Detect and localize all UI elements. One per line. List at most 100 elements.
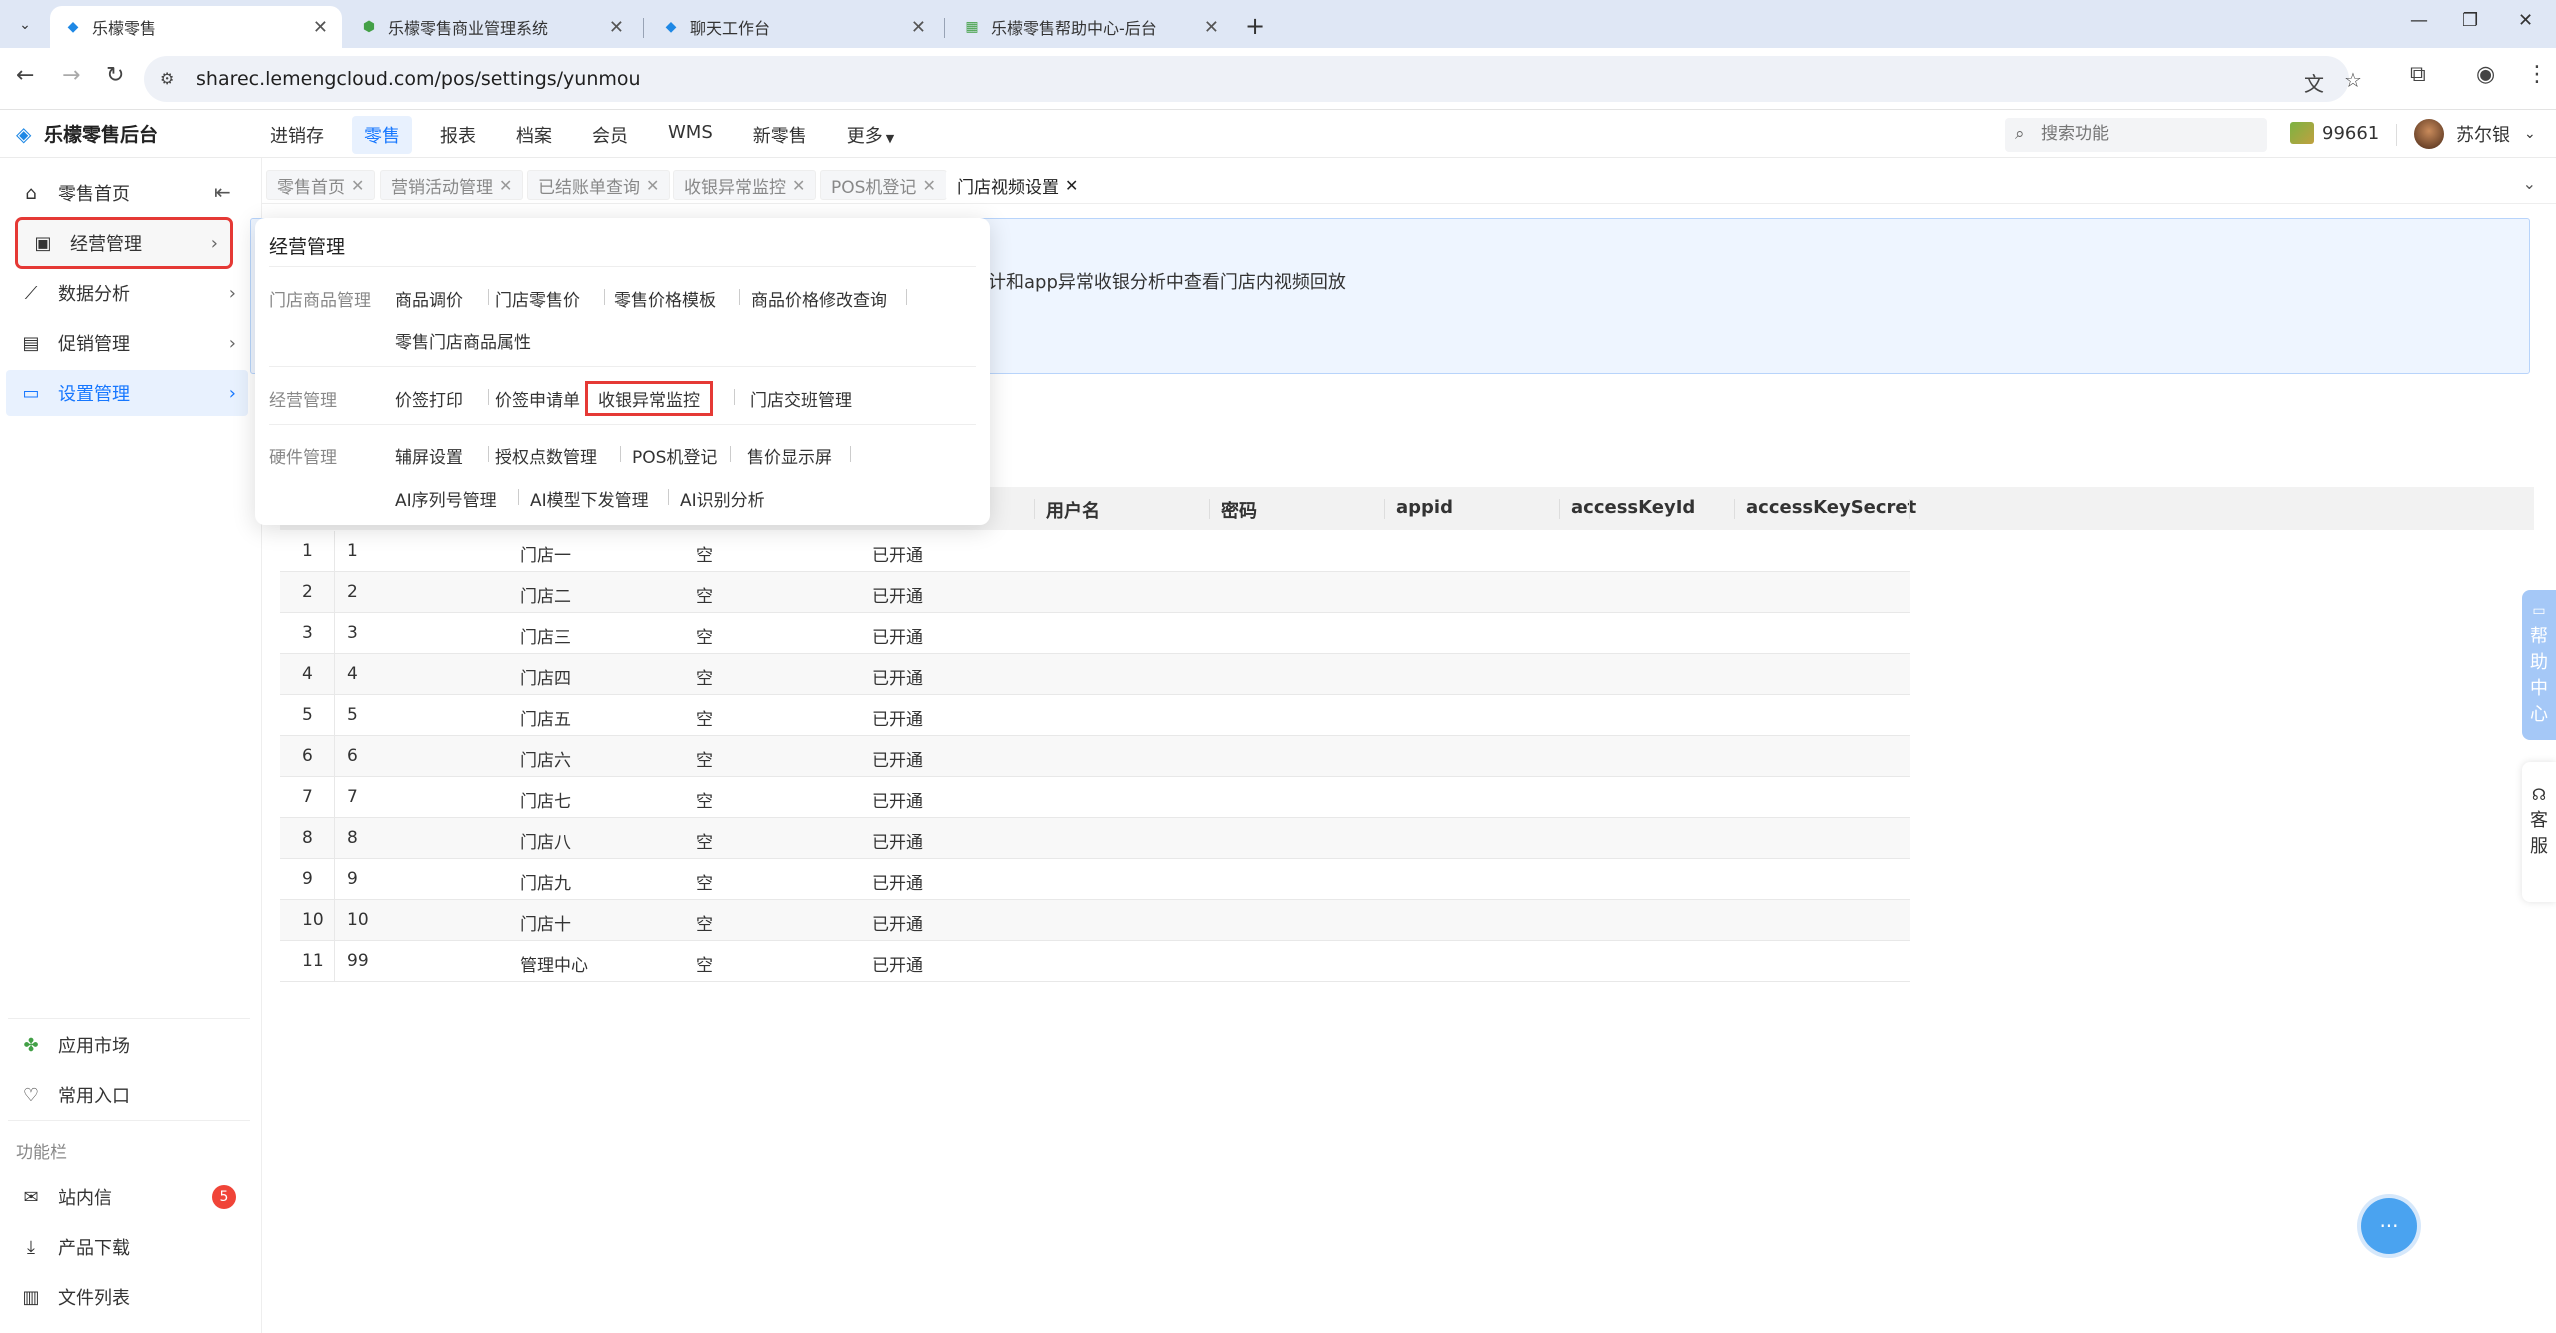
table-cell-no: 7 xyxy=(302,787,313,807)
tab-search-chevron-icon[interactable]: ⌄ xyxy=(10,12,40,38)
url-text[interactable]: sharec.lemengcloud.com/pos/settings/yunm… xyxy=(196,68,641,90)
table-row[interactable]: 1 1 门店一 空 已开通 xyxy=(280,531,1910,572)
header-divider xyxy=(1909,499,1910,519)
menu-link[interactable]: 价签申请单 xyxy=(495,386,580,411)
menu-link[interactable]: 授权点数管理 xyxy=(495,443,597,468)
help-center-tab[interactable]: ▭ 帮助中心 xyxy=(2522,590,2556,740)
customer-service-tab[interactable]: ☊ 客服 xyxy=(2522,762,2556,902)
browser-tab-title: 聊天工作台 xyxy=(690,19,771,38)
collapse-sidebar-icon[interactable]: ⇤ xyxy=(214,180,231,204)
sidebar-item-app-market[interactable]: ✤ 应用市场 xyxy=(6,1022,248,1068)
app-logo[interactable]: ◈ 乐檬零售后台 xyxy=(16,120,158,147)
page-tab[interactable]: 零售首页 ✕ xyxy=(266,170,376,200)
restore-icon[interactable]: ❐ xyxy=(2462,10,2478,31)
topnav-item[interactable]: WMS xyxy=(656,116,725,154)
header-divider xyxy=(1209,499,1210,519)
profile-icon[interactable]: ◉ xyxy=(2476,62,2495,87)
sidebar-item-settings[interactable]: ▭ 设置管理 › xyxy=(6,370,248,416)
page-tab[interactable]: 收银异常监控 ✕ xyxy=(673,170,817,200)
menu-link[interactable]: 商品调价 xyxy=(395,286,463,311)
minimize-icon[interactable]: — xyxy=(2410,10,2428,31)
window-close-icon[interactable]: ✕ xyxy=(2518,10,2533,31)
sidebar-item-favorites[interactable]: ♡ 常用入口 xyxy=(6,1072,248,1118)
reload-icon[interactable]: ↻ xyxy=(106,63,124,88)
browser-tab-title: 乐檬零售帮助中心-后台 xyxy=(991,19,1157,38)
menu-link[interactable]: 门店零售价 xyxy=(495,286,580,311)
omnibox[interactable]: ⚙ sharec.lemengcloud.com/pos/settings/yu… xyxy=(144,56,2362,102)
new-tab-plus-icon[interactable]: + xyxy=(1245,12,1265,40)
table-row[interactable]: 10 10 门店十 空 已开通 xyxy=(280,900,1910,941)
menu-link[interactable]: 价签打印 xyxy=(395,386,463,411)
translate-icon[interactable]: 文 xyxy=(2304,68,2324,97)
menu-link[interactable]: 门店交班管理 xyxy=(750,386,852,411)
user-menu[interactable]: 苏尔银 ⌄ xyxy=(2414,119,2536,149)
close-icon[interactable]: ✕ xyxy=(911,17,926,38)
menu-link[interactable]: AI序列号管理 xyxy=(395,486,497,511)
menu-link[interactable]: 零售价格模板 xyxy=(614,286,716,311)
sidebar-item-data-analysis[interactable]: ⟋ 数据分析 › xyxy=(6,270,248,316)
table-row[interactable]: 7 7 门店七 空 已开通 xyxy=(280,777,1910,818)
menu-link[interactable]: 售价显示屏 xyxy=(747,443,832,468)
back-arrow-icon[interactable]: ← xyxy=(16,63,34,88)
close-icon[interactable]: ✕ xyxy=(499,176,512,195)
topnav-item[interactable]: 进销存 xyxy=(258,116,336,154)
table-row[interactable]: 5 5 门店五 空 已开通 xyxy=(280,695,1910,736)
sidebar-item-file-list[interactable]: ▥ 文件列表 xyxy=(6,1274,248,1320)
close-icon[interactable]: ✕ xyxy=(609,17,624,38)
close-icon[interactable]: ✕ xyxy=(351,176,364,195)
sidebar-item-messages[interactable]: ✉ 站内信 5 xyxy=(6,1174,248,1220)
close-icon[interactable]: ✕ xyxy=(1065,176,1078,195)
table-cell-no: 6 xyxy=(302,746,313,766)
page-tab[interactable]: 营销活动管理 ✕ xyxy=(380,170,524,200)
menu-link[interactable]: AI模型下发管理 xyxy=(530,486,649,511)
table-row[interactable]: 11 99 管理中心 空 已开通 xyxy=(280,941,1910,982)
browser-tab-2[interactable]: ⬢ 乐檬零售商业管理系统 ✕ xyxy=(346,6,638,48)
function-search[interactable]: ⌕ xyxy=(2005,118,2267,152)
browser-menu-icon[interactable]: ⋮ xyxy=(2526,62,2548,87)
table-row[interactable]: 8 8 门店八 空 已开通 xyxy=(280,818,1910,859)
close-icon[interactable]: ✕ xyxy=(646,176,659,195)
topnav-item[interactable]: 会员 xyxy=(580,116,640,154)
close-icon[interactable]: ✕ xyxy=(922,176,935,195)
browser-tab-3[interactable]: ◆ 聊天工作台 ✕ xyxy=(648,6,940,48)
bookmark-star-icon[interactable]: ☆ xyxy=(2344,68,2362,92)
page-tab[interactable]: POS机登记 ✕ xyxy=(820,170,947,200)
points-display[interactable]: 99661 xyxy=(2290,122,2379,144)
close-icon[interactable]: ✕ xyxy=(313,17,328,38)
sidebar-item-downloads[interactable]: ⤓ 产品下载 xyxy=(6,1224,248,1270)
topnav-more[interactable]: 更多 ▼ xyxy=(835,116,906,154)
function-search-input[interactable] xyxy=(2041,124,2251,144)
sidebar-item-retail-home[interactable]: ⌂ 零售首页 xyxy=(6,170,248,216)
table-row[interactable]: 2 2 门店二 空 已开通 xyxy=(280,572,1910,613)
sidebar-item-operations[interactable]: ▣ 经营管理 › xyxy=(15,217,233,269)
topnav-item-active[interactable]: 零售 xyxy=(352,116,412,154)
topnav-item[interactable]: 报表 xyxy=(428,116,488,154)
browser-tab-4[interactable]: ▦ 乐檬零售帮助中心-后台 ✕ xyxy=(949,6,1233,48)
table-row[interactable]: 9 9 门店九 空 已开通 xyxy=(280,859,1910,900)
sidebar-item-promotions[interactable]: ▤ 促销管理 › xyxy=(6,320,248,366)
row-number-divider xyxy=(334,818,335,859)
menu-link-highlighted[interactable]: 收银异常监控 xyxy=(585,381,713,416)
table-cell-store: 门店五 xyxy=(520,710,571,730)
assistant-fab[interactable]: ··· xyxy=(2361,1198,2417,1254)
page-tab-active[interactable]: 门店视频设置 ✕ xyxy=(946,170,1090,200)
table-row[interactable]: 3 3 门店三 空 已开通 xyxy=(280,613,1910,654)
topnav-item[interactable]: 新零售 xyxy=(741,116,819,154)
forward-arrow-icon[interactable]: → xyxy=(62,63,80,88)
chevron-down-icon[interactable]: ⌄ xyxy=(2523,174,2536,193)
topnav-item[interactable]: 档案 xyxy=(504,116,564,154)
browser-tab-1[interactable]: ◆ 乐檬零售 ✕ xyxy=(50,6,342,48)
menu-link[interactable]: 商品价格修改查询 xyxy=(751,286,887,311)
close-icon[interactable]: ✕ xyxy=(792,176,805,195)
menu-link[interactable]: 辅屏设置 xyxy=(395,443,463,468)
table-row[interactable]: 4 4 门店四 空 已开通 xyxy=(280,654,1910,695)
table-row[interactable]: 6 6 门店六 空 已开通 xyxy=(280,736,1910,777)
menu-link[interactable]: AI识别分析 xyxy=(680,486,765,511)
extensions-icon[interactable]: ⧉ xyxy=(2410,62,2426,87)
menu-link[interactable]: 零售门店商品属性 xyxy=(395,328,531,353)
close-icon[interactable]: ✕ xyxy=(1204,17,1219,38)
site-settings-icon[interactable]: ⚙ xyxy=(160,69,174,88)
page-tab-label: 营销活动管理 xyxy=(391,177,493,198)
page-tab[interactable]: 已结账单查询 ✕ xyxy=(527,170,671,200)
menu-link[interactable]: POS机登记 xyxy=(632,443,717,468)
